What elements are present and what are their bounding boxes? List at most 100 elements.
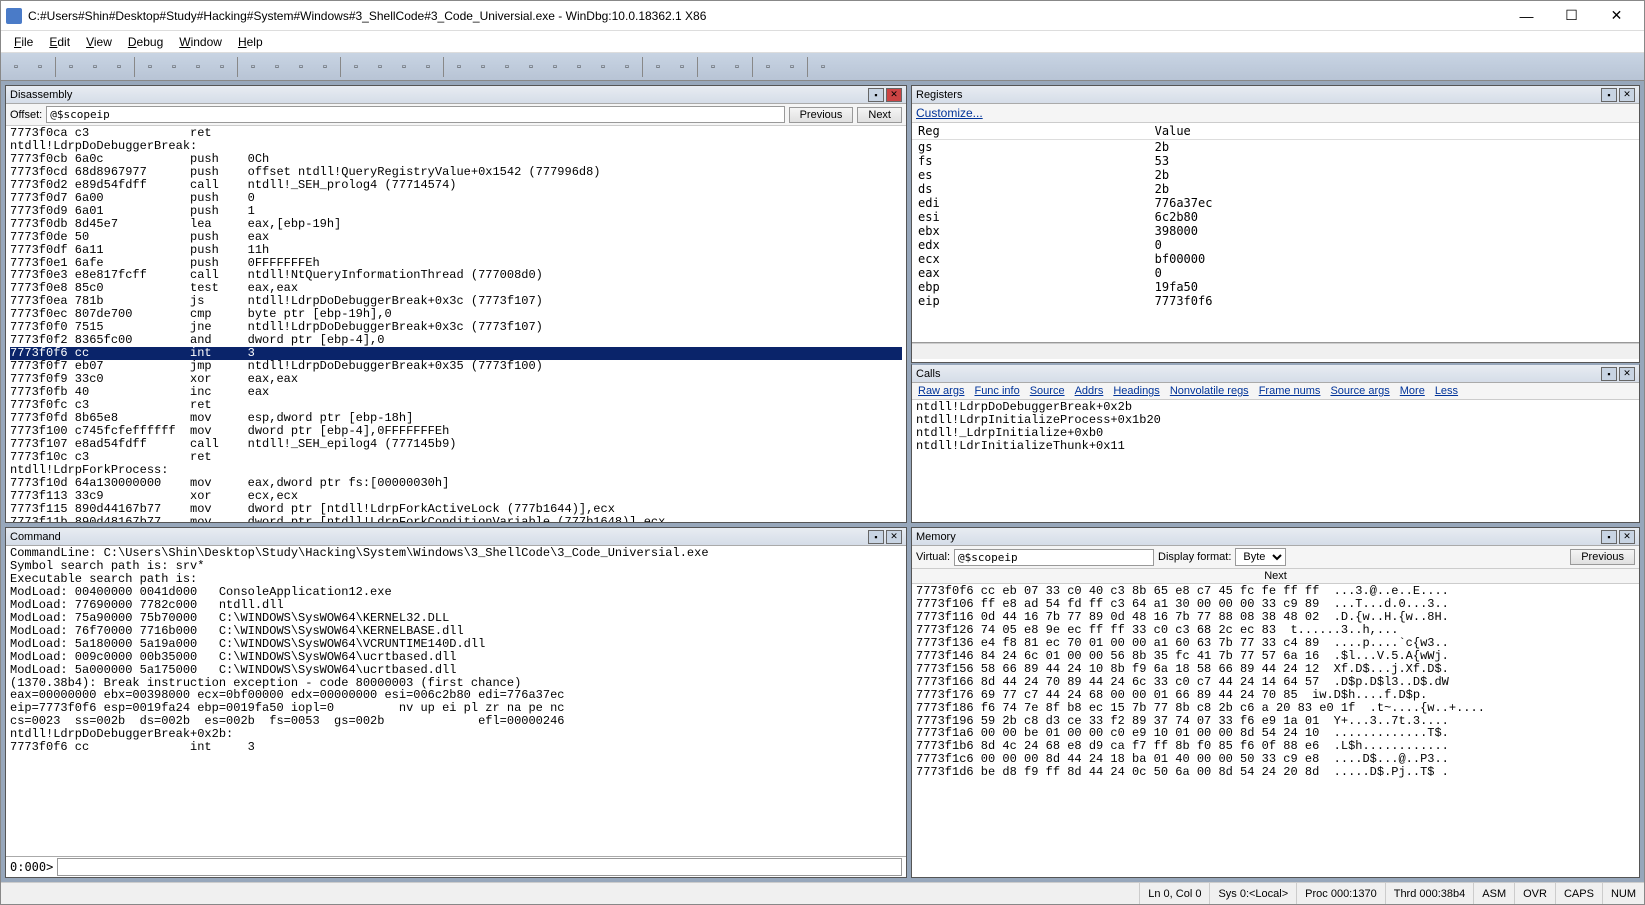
toolbar-src-icon[interactable]: ▫ bbox=[417, 56, 439, 78]
calls-link-func-info[interactable]: Func info bbox=[974, 385, 1019, 397]
panel-menu-icon[interactable]: ▪ bbox=[1601, 530, 1617, 544]
format-select[interactable]: Byte bbox=[1235, 548, 1286, 566]
toolbar-restart-icon[interactable]: ▫ bbox=[163, 56, 185, 78]
toolbar-font2-icon[interactable]: ▫ bbox=[781, 56, 803, 78]
calls-link-raw-args[interactable]: Raw args bbox=[918, 385, 964, 397]
register-row[interactable]: ebp19fa50 bbox=[912, 280, 1639, 294]
menu-view[interactable]: View bbox=[78, 33, 120, 51]
toolbar-mem2-icon[interactable]: ▫ bbox=[726, 56, 748, 78]
calls-link-source-args[interactable]: Source args bbox=[1330, 385, 1389, 397]
disasm-line[interactable]: 7773f0d9 6a01 push 1 bbox=[10, 205, 902, 218]
disasm-line[interactable]: 7773f113 33c9 xor ecx,ecx bbox=[10, 490, 902, 503]
toolbar-mem-icon[interactable]: ▫ bbox=[702, 56, 724, 78]
memory-prev-button[interactable]: Previous bbox=[1570, 549, 1635, 565]
disasm-next-button[interactable]: Next bbox=[857, 107, 902, 123]
toolbar-new-icon[interactable]: ▫ bbox=[671, 56, 693, 78]
toolbar-win7-icon[interactable]: ▫ bbox=[592, 56, 614, 78]
toolbar-run-to-icon[interactable]: ▫ bbox=[314, 56, 336, 78]
maximize-button[interactable]: ☐ bbox=[1549, 2, 1594, 30]
toolbar-stop-icon[interactable]: ▫ bbox=[187, 56, 209, 78]
menu-help[interactable]: Help bbox=[230, 33, 271, 51]
disasm-line[interactable]: 7773f107 e8ad54fdff call ntdll!_SEH_epil… bbox=[10, 438, 902, 451]
toolbar-bp-icon[interactable]: ▫ bbox=[345, 56, 367, 78]
disassembly-body[interactable]: 7773f0ca c3 retntdll!LdrpDoDebuggerBreak… bbox=[6, 126, 906, 522]
calls-link-addrs[interactable]: Addrs bbox=[1075, 385, 1104, 397]
toolbar-win5-icon[interactable]: ▫ bbox=[544, 56, 566, 78]
toolbar-open-icon[interactable]: ▫ bbox=[5, 56, 27, 78]
menu-file[interactable]: File bbox=[6, 33, 41, 51]
disasm-line[interactable]: 7773f0cb 6a0c push 0Ch bbox=[10, 153, 902, 166]
disasm-line[interactable]: 7773f0ca c3 ret bbox=[10, 127, 902, 140]
register-row[interactable]: fs53 bbox=[912, 154, 1639, 168]
toolbar-blank-icon[interactable]: ▫ bbox=[29, 56, 51, 78]
memory-next-button[interactable]: Next bbox=[912, 569, 1639, 584]
disasm-line[interactable]: 7773f0d7 6a00 push 0 bbox=[10, 192, 902, 205]
register-row[interactable]: es2b bbox=[912, 168, 1639, 182]
register-row[interactable]: edi776a37ec bbox=[912, 196, 1639, 210]
minimize-button[interactable]: — bbox=[1504, 2, 1549, 30]
toolbar-step-over-icon[interactable]: ▫ bbox=[266, 56, 288, 78]
registers-table[interactable]: Reg Value gs2bfs53es2bds2bedi776a37ecesi… bbox=[912, 123, 1639, 343]
toolbar-step-into-icon[interactable]: ▫ bbox=[242, 56, 264, 78]
panel-menu-icon[interactable]: ▪ bbox=[1601, 367, 1617, 381]
offset-input[interactable] bbox=[46, 106, 784, 123]
command-output[interactable]: CommandLine: C:\Users\Shin\Desktop\Study… bbox=[6, 546, 906, 856]
disasm-line[interactable]: 7773f0fd 8b65e8 mov esp,dword ptr [ebp-1… bbox=[10, 412, 902, 425]
disasm-line[interactable]: 7773f0db 8d45e7 lea eax,[ebp-19h] bbox=[10, 218, 902, 231]
register-row[interactable]: ecxbf00000 bbox=[912, 252, 1639, 266]
menu-edit[interactable]: Edit bbox=[41, 33, 78, 51]
toolbar-bp2-icon[interactable]: ▫ bbox=[369, 56, 391, 78]
memory-body[interactable]: 7773f0f6 cc eb 07 33 c0 40 c3 8b 65 e8 c… bbox=[912, 584, 1639, 877]
calls-link-headings[interactable]: Headings bbox=[1113, 385, 1159, 397]
disasm-line[interactable]: 7773f0de 50 push eax bbox=[10, 231, 902, 244]
calls-link-nonvolatile-regs[interactable]: Nonvolatile regs bbox=[1170, 385, 1249, 397]
toolbar-bp3-icon[interactable]: ▫ bbox=[393, 56, 415, 78]
customize-link[interactable]: Customize... bbox=[916, 106, 983, 120]
calls-link-source[interactable]: Source bbox=[1030, 385, 1065, 397]
toolbar-win4-icon[interactable]: ▫ bbox=[520, 56, 542, 78]
disasm-line[interactable]: 7773f0cd 68d8967977 push offset ntdll!Qu… bbox=[10, 166, 902, 179]
disasm-line[interactable]: 7773f11b 890d48167b77 mov dword ptr [ntd… bbox=[10, 516, 902, 522]
panel-close-icon[interactable]: ✕ bbox=[1619, 530, 1635, 544]
toolbar-font-icon[interactable]: ▫ bbox=[757, 56, 779, 78]
disasm-line[interactable]: ntdll!LdrpForkProcess: bbox=[10, 464, 902, 477]
register-row[interactable]: gs2b bbox=[912, 140, 1639, 155]
toolbar-cmd-icon[interactable]: ▫ bbox=[647, 56, 669, 78]
disasm-line[interactable]: ntdll!LdrpDoDebuggerBreak: bbox=[10, 140, 902, 153]
toolbar-copy-icon[interactable]: ▫ bbox=[84, 56, 106, 78]
disasm-prev-button[interactable]: Previous bbox=[789, 107, 854, 123]
disasm-line[interactable]: 7773f0d2 e89d54fdff call ntdll!_SEH_prol… bbox=[10, 179, 902, 192]
disasm-line[interactable]: 7773f115 890d44167b77 mov dword ptr [ntd… bbox=[10, 503, 902, 516]
register-row[interactable]: eip7773f0f6 bbox=[912, 294, 1639, 308]
toolbar-cut-icon[interactable]: ▫ bbox=[60, 56, 82, 78]
toolbar-win6-icon[interactable]: ▫ bbox=[568, 56, 590, 78]
panel-close-icon[interactable]: ✕ bbox=[1619, 367, 1635, 381]
panel-close-icon[interactable]: ✕ bbox=[1619, 88, 1635, 102]
calls-body[interactable]: ntdll!LdrpDoDebuggerBreak+0x2b ntdll!Ldr… bbox=[912, 400, 1639, 522]
toolbar-break-icon[interactable]: ▫ bbox=[211, 56, 233, 78]
calls-link-less[interactable]: Less bbox=[1435, 385, 1458, 397]
menu-window[interactable]: Window bbox=[171, 33, 230, 51]
toolbar-win2-icon[interactable]: ▫ bbox=[472, 56, 494, 78]
disasm-line[interactable]: 7773f10c c3 ret bbox=[10, 451, 902, 464]
register-row[interactable]: edx0 bbox=[912, 238, 1639, 252]
panel-menu-icon[interactable]: ▪ bbox=[1601, 88, 1617, 102]
toolbar-paste-icon[interactable]: ▫ bbox=[108, 56, 130, 78]
register-row[interactable]: eax0 bbox=[912, 266, 1639, 280]
panel-menu-icon[interactable]: ▪ bbox=[868, 88, 884, 102]
disasm-line[interactable]: 7773f100 c745fcfeffffff mov dword ptr [e… bbox=[10, 425, 902, 438]
toolbar-win1-icon[interactable]: ▫ bbox=[448, 56, 470, 78]
toolbar-step-out-icon[interactable]: ▫ bbox=[290, 56, 312, 78]
disasm-line[interactable]: 7773f10d 64a130000000 mov eax,dword ptr … bbox=[10, 477, 902, 490]
menu-debug[interactable]: Debug bbox=[120, 33, 171, 51]
calls-link-frame-nums[interactable]: Frame nums bbox=[1259, 385, 1321, 397]
toolbar-options-icon[interactable]: ▫ bbox=[812, 56, 834, 78]
register-row[interactable]: esi6c2b80 bbox=[912, 210, 1639, 224]
panel-menu-icon[interactable]: ▪ bbox=[868, 530, 884, 544]
registers-hscroll[interactable] bbox=[912, 343, 1639, 359]
disasm-line[interactable]: 7773f0df 6a11 push 11h bbox=[10, 244, 902, 257]
close-button[interactable]: ✕ bbox=[1594, 2, 1639, 30]
toolbar-win8-icon[interactable]: ▫ bbox=[616, 56, 638, 78]
virtual-input[interactable] bbox=[954, 549, 1154, 566]
panel-close-icon[interactable]: ✕ bbox=[886, 88, 902, 102]
